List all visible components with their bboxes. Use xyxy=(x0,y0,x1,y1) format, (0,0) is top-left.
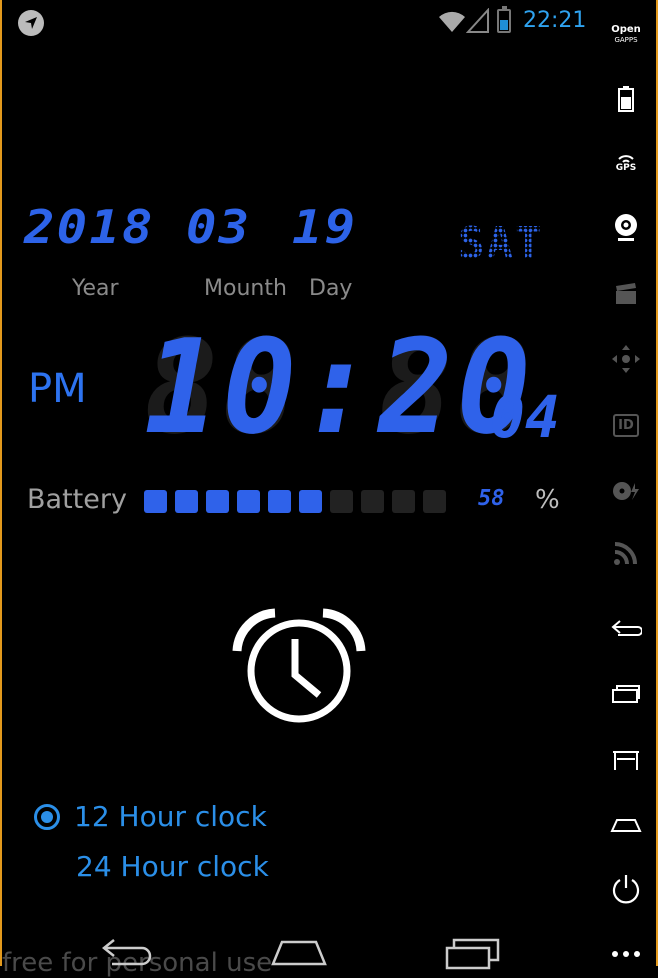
wifi-icon xyxy=(439,11,465,32)
battery-cell xyxy=(144,490,167,513)
battery-cell xyxy=(361,490,384,513)
camera-button[interactable] xyxy=(598,212,654,244)
option-24-hour-label: 24 Hour clock xyxy=(76,850,269,883)
option-12-hour[interactable]: 12 Hour clock xyxy=(34,800,267,833)
more-dots-icon xyxy=(612,951,640,957)
move-arrows-icon xyxy=(612,345,640,373)
battery-label: Battery xyxy=(27,484,127,515)
cast-button[interactable] xyxy=(598,538,654,568)
clapperboard-icon xyxy=(616,283,636,304)
status-bar: 22:21 xyxy=(0,0,600,44)
more-button[interactable] xyxy=(598,944,654,964)
rss-cast-icon xyxy=(614,542,637,565)
menu-rail-button[interactable] xyxy=(598,746,654,772)
battery-cell xyxy=(423,490,446,513)
battery-tool-button[interactable] xyxy=(598,84,654,114)
media-button[interactable] xyxy=(598,478,654,504)
disc-bolt-icon xyxy=(613,482,639,500)
battery-cell xyxy=(392,490,415,513)
date-year: 2018 xyxy=(24,200,155,254)
gps-label: GPS xyxy=(615,163,637,173)
time-display: 88:88 10:20 xyxy=(144,322,531,452)
option-12-hour-label: 12 Hour clock xyxy=(74,800,267,833)
seconds-display: 04 xyxy=(490,383,560,451)
alarm-clock-icon[interactable] xyxy=(229,605,369,725)
date-day: 19 xyxy=(292,200,358,254)
status-time: 22:21 xyxy=(523,8,587,33)
battery-percent-sign: % xyxy=(535,485,560,515)
radio-selected-icon[interactable] xyxy=(34,803,60,830)
option-24-hour[interactable]: 24 Hour clock xyxy=(76,850,269,883)
date-month: 03 xyxy=(186,200,252,254)
gps-signal-icon xyxy=(618,155,634,163)
recents-rail-button[interactable] xyxy=(598,680,654,706)
day-label: Day xyxy=(309,276,353,301)
id-icon: ID xyxy=(613,413,639,437)
right-toolbar: Open GAPPS GPS ID xyxy=(598,0,654,970)
battery-cell xyxy=(237,490,260,513)
back-arrow-icon xyxy=(611,620,642,636)
power-icon xyxy=(612,875,640,904)
screenrecord-button[interactable] xyxy=(598,280,654,308)
recents-icon xyxy=(612,685,640,703)
ampm-indicator: PM xyxy=(28,366,87,412)
menu-icon xyxy=(613,751,639,770)
opengapps-label: Open xyxy=(611,24,641,35)
battery-value: 58 xyxy=(478,486,505,511)
opengapps-sublabel: GAPPS xyxy=(614,36,638,44)
back-rail-button[interactable] xyxy=(598,616,654,642)
dpad-button[interactable] xyxy=(598,342,654,376)
battery-cell xyxy=(299,490,322,513)
battery-status-icon xyxy=(497,6,511,33)
signal-icon xyxy=(466,8,489,33)
battery-cell xyxy=(268,490,291,513)
home-nav-icon[interactable] xyxy=(270,936,328,970)
home-icon xyxy=(610,819,642,832)
back-nav-icon[interactable] xyxy=(100,936,154,970)
weekday-display: SAT xyxy=(458,218,544,269)
webcam-icon xyxy=(615,214,637,241)
time-digits: 10:20 xyxy=(144,311,535,463)
recents-nav-icon[interactable] xyxy=(444,936,502,970)
battery-cell xyxy=(206,490,229,513)
battery-icon xyxy=(618,86,634,112)
battery-level-bar xyxy=(144,490,446,513)
home-rail-button[interactable] xyxy=(598,812,654,838)
battery-cell xyxy=(175,490,198,513)
gps-button[interactable]: GPS xyxy=(598,150,654,176)
month-label: Mounth xyxy=(204,276,287,301)
id-label: ID xyxy=(618,417,634,433)
device-id-button[interactable]: ID xyxy=(598,410,654,440)
battery-cell xyxy=(330,490,353,513)
power-button[interactable] xyxy=(598,872,654,906)
location-arrow-icon xyxy=(18,10,44,36)
opengapps-button[interactable]: Open GAPPS xyxy=(598,22,654,48)
year-label: Year xyxy=(72,276,119,301)
